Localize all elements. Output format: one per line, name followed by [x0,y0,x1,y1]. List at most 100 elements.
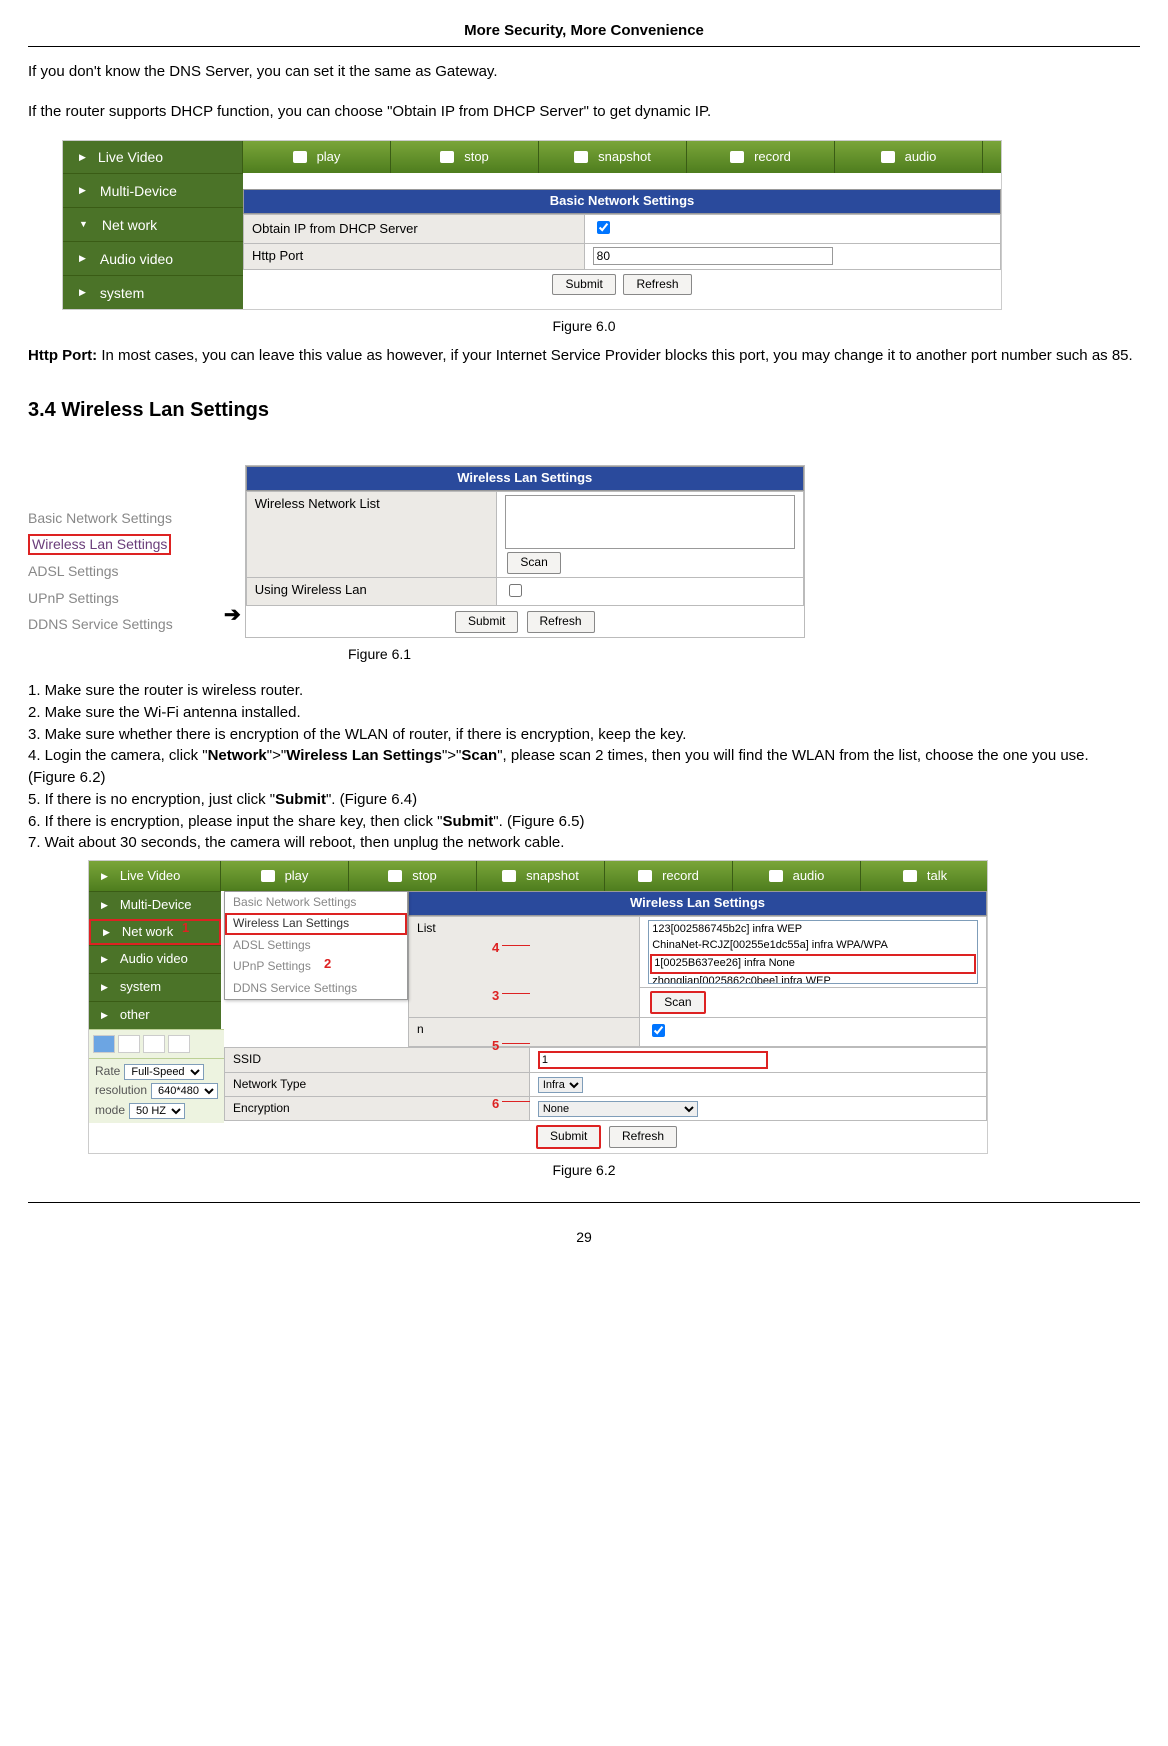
annotation-1: 1 [182,919,189,938]
mode-select[interactable]: 50 HZ [129,1103,185,1119]
panel-title: Wireless Lan Settings [246,466,804,491]
layout-4-icon[interactable] [118,1035,140,1053]
refresh-button[interactable]: Refresh [609,1126,677,1147]
submenu-upnp[interactable]: UPnP Settings [225,956,407,977]
menu-upnp[interactable]: UPnP Settings [28,585,224,612]
intro-para-2: If the router supports DHCP function, yo… [28,101,1140,123]
section-title: 3.4 Wireless Lan Settings [28,396,1140,425]
sidebar-item-audio-video[interactable]: Audio video [63,241,243,275]
toolbar: Live Video play stop snapshot record aud… [63,141,1001,173]
wlan-item[interactable]: 123[002586745b2c] infra WEP [650,922,976,938]
audio-icon [881,151,895,163]
submit-button[interactable]: Submit [455,611,518,632]
refresh-button[interactable]: Refresh [527,611,595,632]
layout-icons[interactable] [93,1035,220,1053]
sidebar-item-multi-device[interactable]: Multi-Device [63,173,243,207]
stop-button[interactable]: stop [391,141,539,173]
list-label: List [409,916,640,1017]
record-button[interactable]: record [687,141,835,173]
toolbar: Live Video play stop snapshot record aud… [89,861,987,891]
record-icon [638,870,652,882]
step-1: 1. Make sure the router is wireless rout… [28,680,1140,702]
settings-panel: 1 2 3 4 5 6 Basic Network Settings Wirel… [224,891,987,1153]
dhcp-checkbox[interactable] [597,221,610,234]
page-number: 29 [28,1227,1140,1247]
snapshot-button[interactable]: snapshot [477,861,605,891]
wireless-network-list[interactable]: 123[002586745b2c] infra WEP ChinaNet-RCJ… [648,920,978,984]
play-button[interactable]: play [243,141,391,173]
annotation-5: 5 [492,1037,499,1056]
submit-button[interactable]: Submit [552,274,615,295]
mode-label: mode [95,1102,125,1119]
ssid-input[interactable] [538,1051,768,1069]
menu-wireless-lan[interactable]: Wireless Lan Settings [28,534,171,555]
tab-live-video[interactable]: Live Video [89,861,221,891]
wlan-item[interactable]: zhonglian[0025862c0bee] infra WEP [650,974,976,984]
refresh-button[interactable]: Refresh [623,274,691,295]
annotation-4: 4 [492,939,499,958]
figure-6-1: Basic Network Settings Wireless Lan Sett… [28,465,1140,637]
submit-button[interactable]: Submit [536,1125,601,1148]
sidebar-item-network[interactable]: Net work [89,919,221,945]
record-button[interactable]: record [605,861,733,891]
doc-header: More Security, More Convenience [28,20,1140,47]
snapshot-button[interactable]: snapshot [539,141,687,173]
stop-button[interactable]: stop [349,861,477,891]
menu-basic-network[interactable]: Basic Network Settings [28,505,224,532]
step-2: 2. Make sure the Wi-Fi antenna installed… [28,702,1140,724]
tab-live-video[interactable]: Live Video [63,141,243,173]
step-6: 6. If there is encryption, please input … [28,811,1140,833]
menu-ddns[interactable]: DDNS Service Settings [28,611,224,638]
stop-icon [388,870,402,882]
sidebar-item-system[interactable]: system [89,973,221,1001]
play-icon [293,151,307,163]
using-wireless-checkbox[interactable] [509,584,522,597]
figure-6-2-caption: Figure 6.2 [28,1160,1140,1180]
scan-button[interactable]: Scan [650,991,705,1014]
sidebar: Multi-Device Net work Audio video system [63,173,243,309]
layout-9-icon[interactable] [143,1035,165,1053]
talk-button[interactable]: talk [983,141,1131,173]
submenu-adsl[interactable]: ADSL Settings [225,935,407,956]
n-label: n [409,1018,640,1046]
submenu-ddns[interactable]: DDNS Service Settings [225,978,407,999]
annotation-2: 2 [324,955,331,974]
sidebar-item-audio-video[interactable]: Audio video [89,945,221,973]
menu-adsl[interactable]: ADSL Settings [28,558,224,585]
camera-icon [502,870,516,882]
talk-button[interactable]: talk [861,861,989,891]
step-4: 4. Login the camera, click "Network">"Wi… [28,745,1140,789]
sidebar-item-system[interactable]: system [63,275,243,309]
figure-6-0: Live Video play stop snapshot record aud… [62,140,1002,310]
network-type-select[interactable]: Infra [538,1077,583,1093]
rate-label: Rate [95,1063,120,1080]
step-3: 3. Make sure whether there is encryption… [28,724,1140,746]
play-button[interactable]: play [221,861,349,891]
layout-16-icon[interactable] [168,1035,190,1053]
wireless-network-list[interactable] [505,495,794,549]
audio-button[interactable]: audio [835,141,983,173]
sidebar-item-other[interactable]: other [89,1001,221,1029]
settings-menu-list: Basic Network Settings Wireless Lan Sett… [28,505,224,638]
network-type-label: Network Type [225,1072,530,1096]
wlan-item[interactable]: ChinaNet-RCJZ[00255e1dc55a] infra WPA/WP… [650,938,976,954]
encryption-select[interactable]: None [538,1101,698,1117]
wlan-item-selected[interactable]: 1[0025B637ee26] infra None [650,954,976,974]
audio-button[interactable]: audio [733,861,861,891]
layout-1-icon[interactable] [93,1035,115,1053]
sidebar-item-network[interactable]: Net work [63,207,243,241]
using-wireless-checkbox[interactable] [652,1024,665,1037]
play-icon [261,870,275,882]
network-submenu: Basic Network Settings Wireless Lan Sett… [224,891,408,1000]
submenu-wireless-lan[interactable]: Wireless Lan Settings [225,913,407,934]
record-icon [730,151,744,163]
encryption-label: Encryption [225,1097,530,1121]
submenu-basic-network[interactable]: Basic Network Settings [225,892,407,913]
http-port-label: Http Port [244,243,585,269]
rate-select[interactable]: Full-Speed [124,1064,204,1080]
resolution-select[interactable]: 640*480 [151,1083,218,1099]
mic-icon [1035,151,1049,163]
scan-button[interactable]: Scan [507,552,560,573]
sidebar-item-multi-device[interactable]: Multi-Device [89,891,221,919]
http-port-input[interactable] [593,247,833,265]
